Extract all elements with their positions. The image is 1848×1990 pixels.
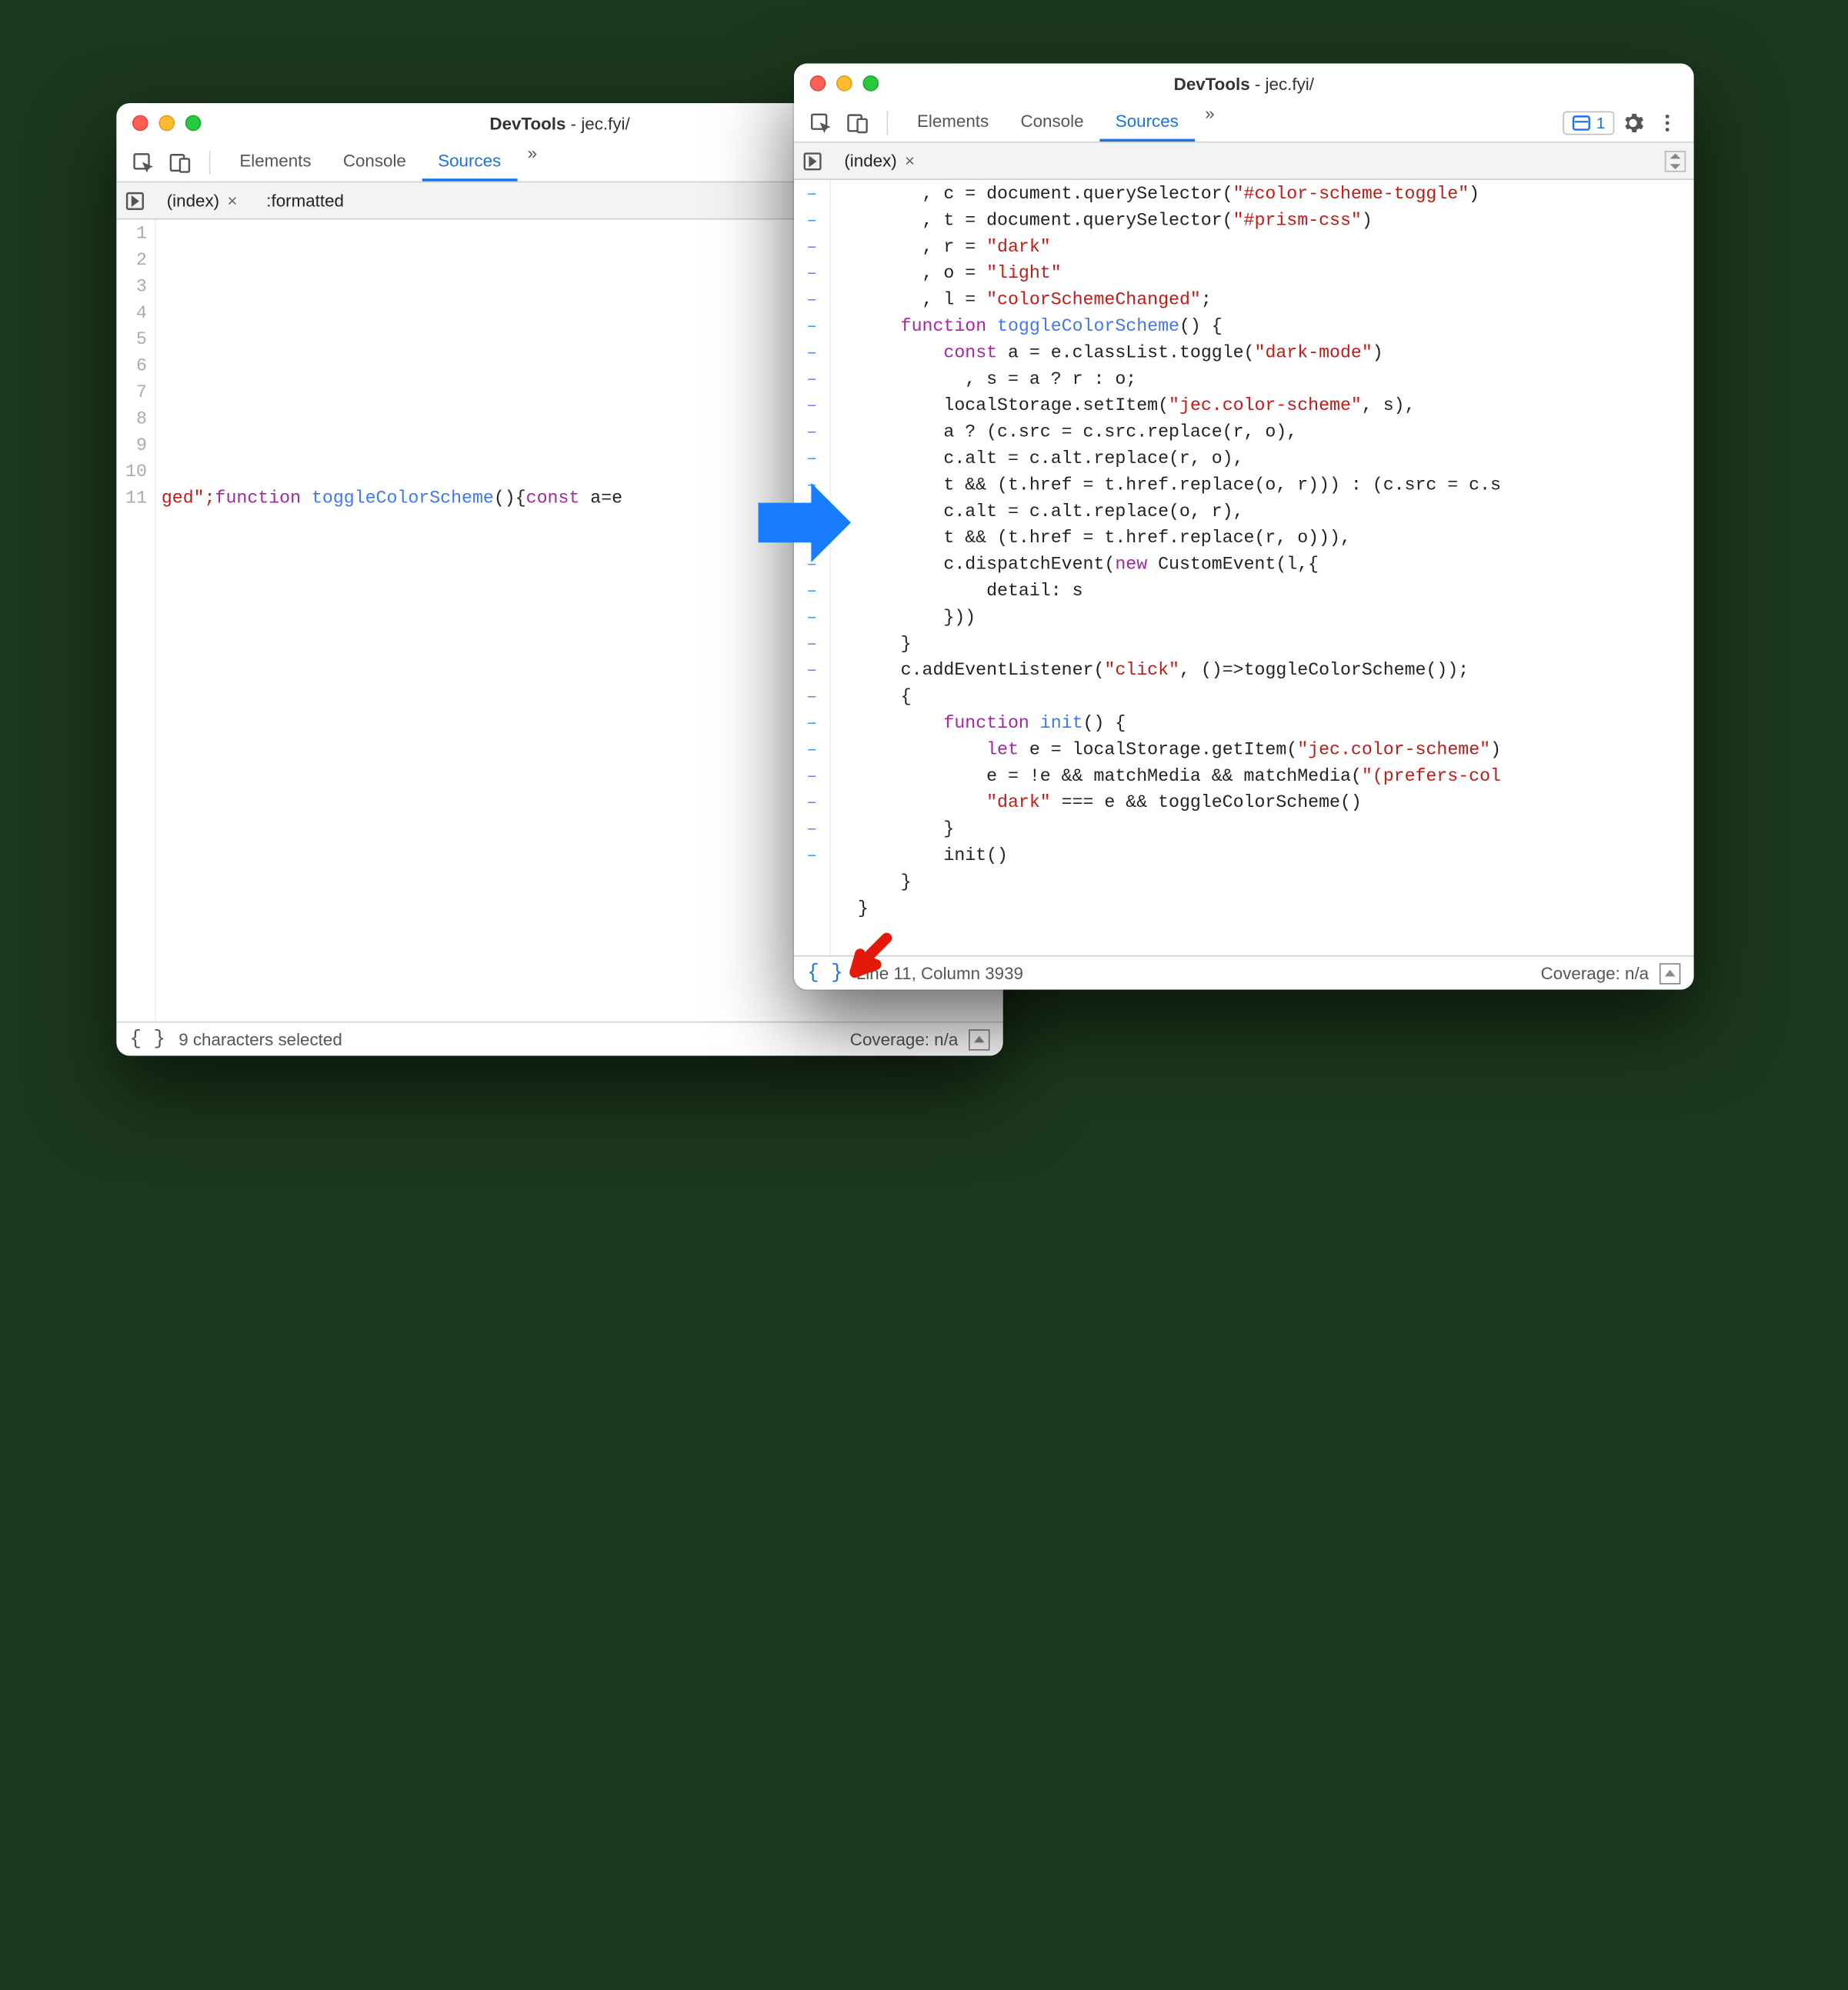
pretty-print-button[interactable]: { } [130,1028,165,1050]
file-tab-index[interactable]: (index) × [156,182,248,218]
file-tab-label: (index) [844,151,896,171]
coverage-label: Coverage: n/a [1541,963,1649,983]
tabs-overflow-icon[interactable]: » [1194,103,1225,142]
titlebar: DevTools - jec.fyi/ [794,64,1694,104]
minimize-icon[interactable] [158,115,175,132]
issues-badge[interactable]: 1 [1563,111,1615,135]
coverage-label: Coverage: n/a [850,1029,958,1049]
file-tab-label: :formatted [266,191,344,211]
code-content[interactable]: , c = document.querySelector("#color-sch… [831,180,1693,955]
panel-tabs: Elements Console Sources » [224,143,548,182]
file-tab-label: (index) [167,191,219,211]
arrow-red-icon [847,928,900,981]
gear-icon[interactable] [1617,106,1649,138]
tab-elements[interactable]: Elements [224,143,328,182]
tabs-overflow-icon[interactable]: » [517,143,548,182]
kebab-icon[interactable] [1652,106,1683,138]
toggle-drawer-icon[interactable] [969,1028,990,1050]
traffic-lights [810,75,879,92]
device-icon[interactable] [164,146,195,178]
window-title: DevTools - jec.fyi/ [489,113,629,133]
status-bar: { } 9 characters selected Coverage: n/a [116,1022,1002,1056]
close-icon[interactable] [132,115,148,132]
issues-icon [1573,113,1591,132]
inspect-icon[interactable] [805,106,836,138]
navigator-icon[interactable] [122,187,148,213]
tab-sources[interactable]: Sources [422,143,517,182]
window-title: DevTools - jec.fyi/ [1174,73,1314,93]
panel-tabs: Elements Console Sources » [901,103,1225,142]
close-tab-icon[interactable]: × [905,151,915,171]
file-tab-index[interactable]: (index) × [834,143,926,178]
close-icon[interactable] [810,75,826,92]
tab-elements[interactable]: Elements [901,103,1005,142]
tab-console[interactable]: Console [1005,103,1099,142]
devtools-window-right: DevTools - jec.fyi/ Elements Console Sou… [794,64,1694,990]
device-icon[interactable] [842,106,873,138]
file-tab-bar: (index) × [794,143,1694,180]
traffic-lights [132,115,201,132]
status-bar: { } Line 11, Column 3939 Coverage: n/a [794,955,1694,990]
pretty-print-button[interactable]: { } [807,962,842,984]
main-toolbar: Elements Console Sources » 1 [794,103,1694,143]
status-text: 9 characters selected [178,1029,342,1049]
arrow-blue-icon [752,476,858,568]
maximize-icon[interactable] [185,115,202,132]
line-gutter: 1 2 3 4 5 6 7 8 9 10 11 [116,220,156,1022]
issues-count: 1 [1596,113,1606,132]
maximize-icon[interactable] [862,75,879,92]
toggle-drawer-icon[interactable] [1660,962,1681,984]
code-editor-right[interactable]: – – – – – – – – – – – – – – – – – – – – … [794,180,1694,955]
tab-console[interactable]: Console [327,143,422,182]
inspect-icon[interactable] [127,146,158,178]
file-tab-formatted[interactable]: :formatted [256,182,355,218]
close-tab-icon[interactable]: × [227,191,237,211]
minimize-icon[interactable] [836,75,852,92]
navigator-icon[interactable] [799,148,826,174]
tab-sources[interactable]: Sources [1099,103,1194,142]
scroll-toggle-icon[interactable] [1665,150,1686,172]
